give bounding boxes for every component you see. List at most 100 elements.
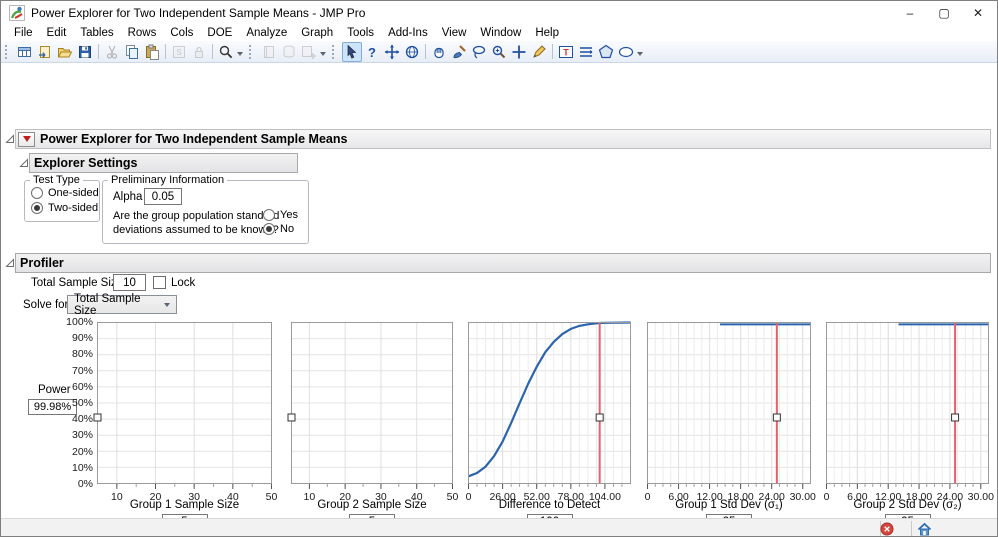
crosshair-tool-icon[interactable]	[509, 42, 529, 62]
drag-marker[interactable]	[772, 413, 781, 422]
toolbar-overflow-chevron[interactable]	[637, 51, 643, 56]
explorer-settings-heading: Explorer Settings	[34, 156, 138, 170]
add-column-icon[interactable]	[299, 42, 319, 62]
drag-marker[interactable]	[595, 413, 604, 422]
red-triangle-menu-button[interactable]	[18, 131, 35, 147]
profiler-plot-group-1-std-dev[interactable]: 0 6.00 12.00 18.00 24.00 30.00	[645, 322, 816, 503]
menu-analyze[interactable]: Analyze	[239, 25, 294, 41]
menu-tables[interactable]: Tables	[73, 25, 120, 41]
profiler-plot-group-1-sample-size[interactable]: 10 20 30 40 50	[93, 322, 277, 503]
log-error-icon[interactable]	[880, 522, 894, 536]
title-bar: Power Explorer for Two Independent Sampl…	[1, 1, 997, 25]
drag-marker[interactable]	[287, 413, 296, 422]
polygon-annotate-icon[interactable]	[596, 42, 616, 62]
journal-window-icon[interactable]: S	[169, 42, 189, 62]
svg-text:?: ?	[368, 45, 376, 60]
total-sample-size-label: Total Sample Size	[31, 277, 124, 289]
no-label: No	[280, 223, 295, 235]
preliminary-information-legend: Preliminary Information	[111, 174, 225, 186]
toolbar-overflow-chevron[interactable]	[320, 51, 326, 56]
brush-tool-icon[interactable]	[449, 42, 469, 62]
std-dev-question-line1: Are the group population standard	[113, 210, 280, 222]
menu-rows[interactable]: Rows	[121, 25, 164, 41]
arrow-tool-icon[interactable]	[342, 41, 362, 62]
radio-known-no[interactable]: No	[263, 223, 294, 235]
database-icon[interactable]	[279, 42, 299, 62]
menu-graph[interactable]: Graph	[294, 25, 340, 41]
alpha-label: Alpha	[113, 191, 143, 203]
paste-icon[interactable]	[142, 42, 162, 62]
x-axis-title-group-2-std-dev: Group 2 Std Dev (σ₂)	[853, 499, 962, 511]
toolbar-overflow-chevron[interactable]	[237, 51, 243, 56]
toolbar-separator	[425, 44, 426, 59]
maximize-button[interactable]: ▢	[927, 1, 961, 25]
menu-view[interactable]: View	[435, 25, 474, 41]
total-sample-size-input[interactable]	[113, 274, 146, 291]
radio-one-sided[interactable]: One-sided	[31, 187, 99, 199]
x-axis-title-group-1-std-dev: Group 1 Std Dev (σ₁)	[675, 499, 783, 511]
y-axis-tick-label: 0%	[77, 478, 93, 490]
toolbar-grip[interactable]	[249, 44, 256, 59]
radio-circle-icon	[31, 187, 43, 199]
menu-cols[interactable]: Cols	[163, 25, 200, 41]
profiler-plot-group-2-std-dev[interactable]: 0 6.00 12.00 18.00 24.00 30.00	[824, 322, 994, 503]
selection-tool-icon[interactable]	[382, 42, 402, 62]
globe-tool-icon[interactable]	[402, 42, 422, 62]
toolbar-grip[interactable]	[332, 44, 339, 59]
lock-checkbox[interactable]	[153, 276, 166, 289]
jmp-app-icon	[9, 5, 25, 21]
test-type-group: Test Type One-sided Two-sided	[24, 174, 100, 222]
radio-known-yes[interactable]: Yes	[263, 209, 298, 221]
drag-marker[interactable]	[951, 413, 960, 422]
line-annotate-icon[interactable]	[576, 42, 596, 62]
toolbar-separator	[165, 44, 166, 59]
menu-file[interactable]: File	[7, 25, 40, 41]
y-axis-tick-label: 60%	[71, 380, 93, 393]
oval-annotate-icon[interactable]	[616, 42, 636, 62]
explorer-settings-header[interactable]: Explorer Settings	[29, 153, 298, 173]
copy-icon[interactable]	[122, 42, 142, 62]
y-axis-tick-label: 90%	[71, 332, 93, 345]
y-axis-tick-label: 40%	[71, 413, 93, 426]
import-data-icon[interactable]	[35, 42, 55, 62]
test-type-legend: Test Type	[33, 174, 80, 186]
toolbar-separator	[552, 44, 553, 59]
lasso-tool-icon[interactable]	[469, 42, 489, 62]
profiler-header[interactable]: Profiler	[15, 253, 991, 273]
profiler-plot-difference-to-detect[interactable]: 0 26.00 52.00 78.00 104.00	[466, 321, 631, 503]
help-tool-icon[interactable]: ?	[362, 42, 382, 62]
close-button[interactable]: ✕	[961, 1, 995, 25]
menu-add-ins[interactable]: Add-Ins	[381, 25, 435, 41]
drag-marker[interactable]	[93, 413, 102, 422]
menu-window[interactable]: Window	[473, 25, 528, 41]
new-data-table-icon[interactable]	[15, 42, 35, 62]
cut-icon[interactable]	[102, 42, 122, 62]
toolbar-grip[interactable]	[5, 44, 12, 59]
profiler-plot-group-2-sample-size[interactable]: 10 20 30 40 50	[287, 322, 458, 503]
profiler-cell-group-2-sample-size: 10 20 30 40 50 Group 2 Sample Size	[287, 322, 458, 532]
red-triangle-icon	[22, 136, 31, 142]
save-icon[interactable]	[75, 42, 95, 62]
menu-tools[interactable]: Tools	[340, 25, 381, 41]
radio-circle-selected-icon	[31, 202, 43, 214]
minimize-button[interactable]: –	[893, 1, 927, 25]
annotate-tool-icon[interactable]	[529, 42, 549, 62]
jmp-window: Power Explorer for Two Independent Sampl…	[0, 0, 998, 537]
radio-two-sided[interactable]: Two-sided	[31, 202, 99, 214]
menu-doe[interactable]: DOE	[200, 25, 239, 41]
new-journal-icon[interactable]	[259, 42, 279, 62]
lock-icon[interactable]	[189, 42, 209, 62]
one-sided-label: One-sided	[48, 187, 99, 199]
search-icon[interactable]	[216, 42, 236, 62]
magnifier-tool-icon[interactable]	[489, 42, 509, 62]
open-file-icon[interactable]	[55, 42, 75, 62]
alpha-input[interactable]	[144, 188, 182, 205]
x-axis-title-group-1-sample-size: Group 1 Sample Size	[129, 499, 240, 511]
menu-help[interactable]: Help	[528, 25, 566, 41]
solve-for-dropdown[interactable]: Total Sample Size	[67, 293, 177, 317]
report-title-bar[interactable]: Power Explorer for Two Independent Sampl…	[15, 129, 991, 149]
menu-edit[interactable]: Edit	[40, 25, 74, 41]
grabber-tool-icon[interactable]	[429, 42, 449, 62]
home-icon[interactable]	[917, 522, 932, 536]
text-annotate-icon[interactable]: T	[556, 42, 576, 62]
